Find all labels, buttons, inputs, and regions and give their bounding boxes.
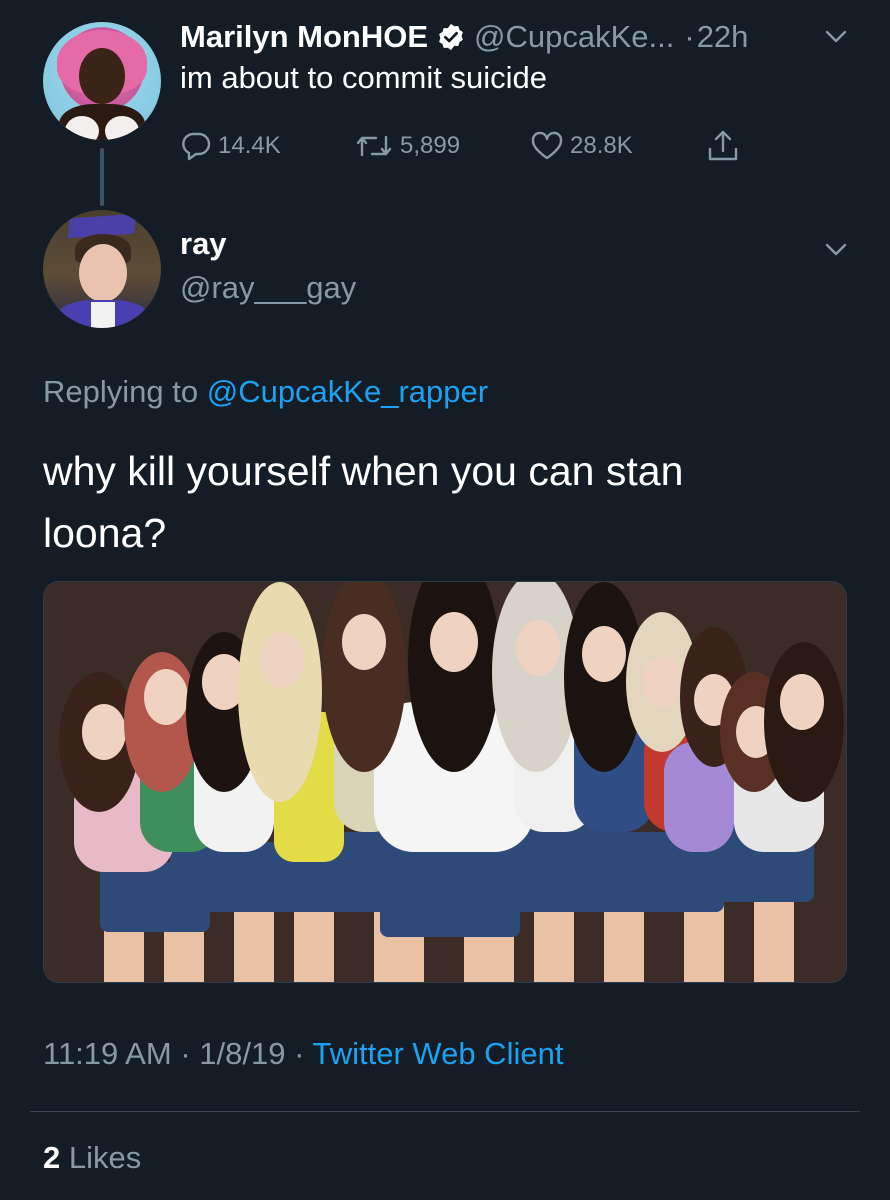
parent-tweet-text: im about to commit suicide (180, 60, 547, 95)
like-button[interactable]: 28.8K (530, 126, 633, 166)
group-photo (44, 582, 846, 982)
tweet-media-image[interactable] (43, 581, 847, 983)
like-icon (531, 131, 563, 160)
likes-count: 2 (43, 1140, 61, 1175)
separator-dot: · (180, 1036, 191, 1071)
parent-tweet-header: Marilyn MonHOE @CupcakKe... · 22h (180, 16, 748, 58)
like-count: 28.8K (570, 132, 633, 159)
tweet-metadata: 11:19 AM · 1/8/19 · Twitter Web Client (43, 1036, 563, 1072)
chevron-down-icon[interactable] (825, 243, 847, 257)
share-icon (708, 130, 738, 161)
likes-summary[interactable]: 2 Likes (43, 1140, 141, 1176)
replying-to-line: Replying to @CupcakKe_rapper (43, 374, 488, 410)
replying-prefix: Replying to (43, 374, 199, 409)
parent-timestamp[interactable]: 22h (697, 19, 749, 55)
parent-handle[interactable]: @CupcakKe... (474, 19, 674, 55)
separator-dot: · (294, 1036, 305, 1071)
tweet-time[interactable]: 11:19 AM (43, 1036, 172, 1071)
likes-label: Likes (68, 1140, 142, 1175)
reply-avatar[interactable] (43, 210, 161, 328)
parent-avatar[interactable] (43, 22, 161, 140)
separator-dot: · (684, 19, 695, 54)
replying-to-mention[interactable]: @CupcakKe_rapper (207, 374, 488, 409)
reply-icon (182, 132, 211, 161)
retweet-count: 5,899 (400, 132, 461, 159)
share-button[interactable] (706, 126, 746, 166)
reply-display-name[interactable]: ray (180, 226, 227, 262)
chevron-down-icon[interactable] (825, 30, 847, 44)
verified-icon (439, 23, 463, 51)
divider (30, 1111, 860, 1112)
retweet-icon (356, 135, 392, 157)
reply-tweet-text: why kill yourself when you can stan loon… (43, 448, 684, 556)
tweet-detail-page: Marilyn MonHOE @CupcakKe... · 22h im abo… (0, 0, 890, 1200)
thread-connector-line (100, 148, 104, 206)
parent-display-name[interactable]: Marilyn MonHOE (180, 19, 428, 55)
tweet-date[interactable]: 1/8/19 (199, 1036, 285, 1071)
reply-handle[interactable]: @ray___gay (180, 270, 356, 306)
retweet-button[interactable]: 5,899 (354, 126, 460, 166)
reply-button[interactable]: 14.4K (180, 126, 281, 166)
tweet-client-link[interactable]: Twitter Web Client (312, 1036, 563, 1071)
reply-count: 14.4K (218, 132, 281, 159)
